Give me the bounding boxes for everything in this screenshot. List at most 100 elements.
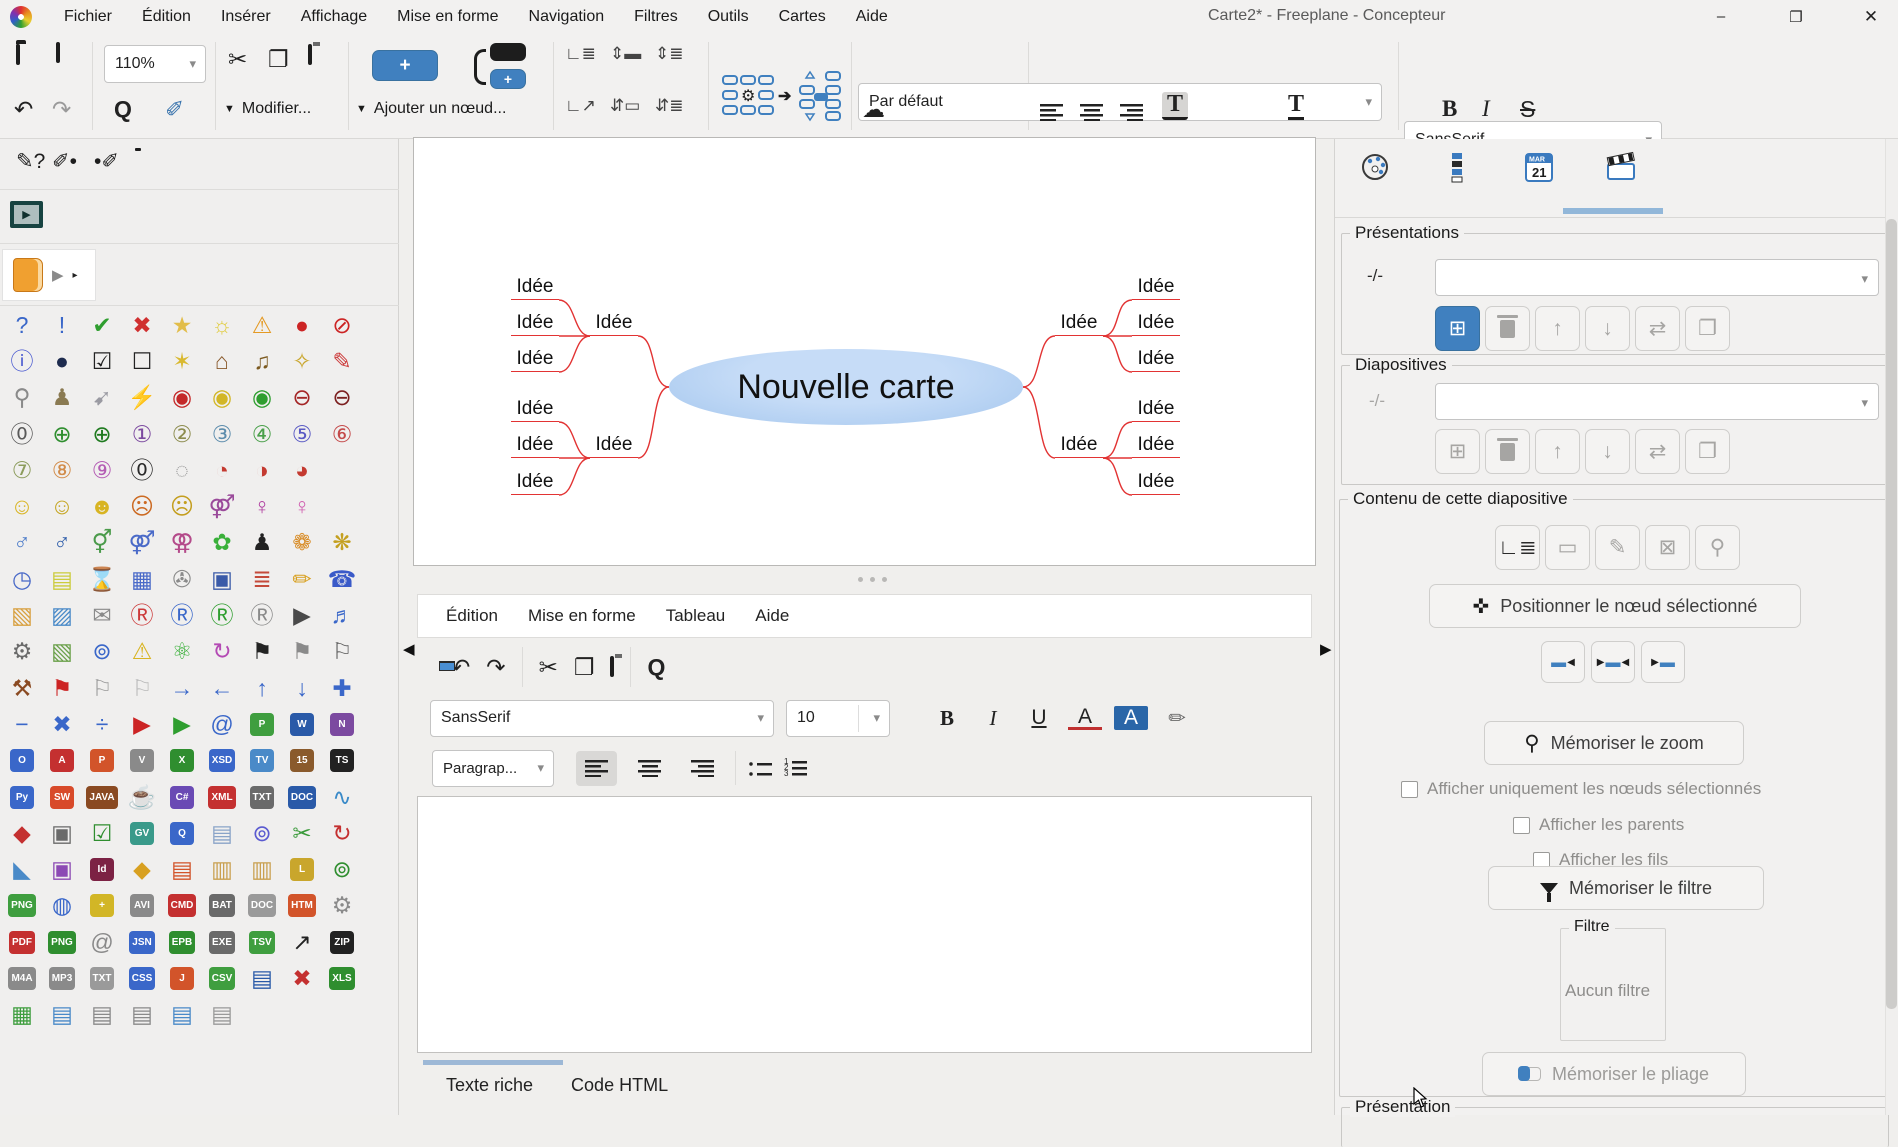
clock-icon[interactable]: ◷ bbox=[12, 568, 32, 591]
folder-1-icon[interactable]: ▥ bbox=[211, 858, 233, 881]
flag-outline-icon[interactable]: ⚐ bbox=[332, 640, 353, 663]
note-bold-button[interactable]: B bbox=[930, 706, 964, 731]
number-1-icon[interactable]: ① bbox=[132, 423, 153, 446]
image-icon[interactable]: ▧ bbox=[51, 640, 73, 663]
map-node-right-child-5[interactable]: Idée bbox=[1132, 434, 1180, 458]
calendar-icon[interactable]: ▦ bbox=[131, 568, 153, 591]
gear-2-icon[interactable]: ⚙ bbox=[332, 894, 353, 917]
number-0-icon[interactable]: ⓪ bbox=[11, 423, 34, 446]
add-sibling-node-button[interactable]: + bbox=[372, 50, 438, 81]
flag-red-icon[interactable]: ⚑ bbox=[52, 677, 73, 700]
prohibited-icon[interactable]: ⊘ bbox=[332, 314, 351, 337]
note-search-button[interactable]: Q bbox=[647, 654, 665, 681]
html-file-icon[interactable]: HTM bbox=[288, 894, 316, 917]
note-menu-mise-en-forme[interactable]: Mise en forme bbox=[528, 606, 636, 626]
progress-75-icon[interactable]: ◕ bbox=[295, 459, 309, 482]
sheet-icon[interactable]: ▦ bbox=[11, 1003, 33, 1026]
add-node-dropdown[interactable]: ▼ Ajouter un nœud... bbox=[356, 100, 506, 118]
tab-style-palette[interactable] bbox=[1357, 149, 1393, 185]
paste-button[interactable] bbox=[308, 46, 312, 64]
traffic-yellow-icon[interactable]: ◉ bbox=[212, 386, 232, 409]
web-icon[interactable]: ⊚ bbox=[252, 822, 271, 845]
python-file-icon[interactable]: Py bbox=[10, 786, 34, 809]
swirl-red-icon[interactable]: ↻ bbox=[332, 822, 351, 845]
outline-levels-button[interactable]: ∟≣ bbox=[565, 44, 596, 64]
epub-file-icon[interactable]: EPB bbox=[169, 931, 196, 954]
map-node-left-child-6[interactable]: Idée bbox=[511, 471, 559, 495]
warning-icon[interactable]: ⚠ bbox=[252, 314, 273, 337]
menu-item-aide[interactable]: Aide bbox=[856, 8, 888, 26]
phone-icon[interactable]: ☎ bbox=[328, 568, 357, 591]
splitter-handle[interactable] bbox=[858, 577, 887, 582]
molecule-icon[interactable]: ⚛ bbox=[172, 640, 193, 663]
lock-icon[interactable]: L bbox=[290, 858, 314, 881]
doc-4-icon[interactable]: ▤ bbox=[171, 1003, 193, 1026]
note-align-center-button[interactable] bbox=[629, 751, 670, 786]
remember-filter-button[interactable]: Mémoriser le filtre bbox=[1488, 866, 1764, 910]
note-font-combo[interactable]: SansSerif ▾ bbox=[430, 700, 774, 737]
ok-icon[interactable]: ✔ bbox=[92, 314, 111, 337]
selected-icon-group[interactable]: ▶ ▸ bbox=[2, 249, 96, 301]
globe-icon[interactable]: ⊚ bbox=[92, 640, 111, 663]
scissors-icon[interactable]: ✂ bbox=[292, 822, 311, 845]
note-text-area[interactable] bbox=[417, 796, 1312, 1053]
duplicate-presentation-button[interactable]: ❐ bbox=[1685, 306, 1730, 351]
important-icon[interactable]: ! bbox=[59, 314, 65, 337]
doc-2-icon[interactable]: ▤ bbox=[91, 1003, 113, 1026]
map-node-left-child-1[interactable]: Idée bbox=[511, 276, 559, 300]
j-file-icon[interactable]: J bbox=[170, 967, 194, 990]
tab-properties[interactable] bbox=[1439, 149, 1475, 185]
strikethrough-button[interactable]: S bbox=[1520, 96, 1535, 123]
bullet-list-button[interactable] bbox=[748, 760, 772, 777]
media-group-button[interactable]: ▶ bbox=[10, 201, 43, 228]
minimize-button[interactable]: – bbox=[1698, 0, 1744, 33]
plus-blue-icon[interactable]: ✚ bbox=[332, 677, 351, 700]
o-file-icon[interactable]: O bbox=[10, 749, 34, 772]
group-icon[interactable]: ⚢ bbox=[170, 531, 193, 554]
bomb-icon[interactable]: ● bbox=[55, 350, 69, 373]
ppt-file-icon[interactable]: P bbox=[90, 749, 114, 772]
duplicate-slide-button[interactable]: ❐ bbox=[1685, 429, 1730, 474]
note-redo-button[interactable]: ↷ bbox=[486, 654, 505, 681]
note-align-left-button[interactable] bbox=[576, 751, 617, 786]
move-slide-up-button[interactable]: ↑ bbox=[1535, 429, 1580, 474]
cut-button[interactable]: ✂ bbox=[228, 46, 247, 73]
note-highlight-button[interactable]: A bbox=[1114, 706, 1148, 730]
show-parents-checkbox[interactable]: Afficher les parents bbox=[1513, 815, 1684, 835]
css-file-icon[interactable]: CSS bbox=[129, 967, 156, 990]
map-node-left-parent-1[interactable]: Idée bbox=[590, 312, 638, 336]
excel-file-icon[interactable]: X bbox=[170, 749, 194, 772]
show-only-selected-checkbox[interactable]: Afficher uniquement les nœuds sélectionn… bbox=[1401, 779, 1761, 799]
swap-presentation-button[interactable]: ⇄ bbox=[1635, 306, 1680, 351]
registered-grey-icon[interactable]: Ⓡ bbox=[251, 604, 274, 627]
arrow-up-right-icon[interactable]: ↗ bbox=[292, 931, 311, 954]
map-node-right-child-1[interactable]: Idée bbox=[1132, 276, 1180, 300]
note-align-right-button[interactable] bbox=[682, 751, 723, 786]
menu-item-outils[interactable]: Outils bbox=[708, 8, 749, 26]
java-file-icon[interactable]: JAVA bbox=[86, 786, 117, 809]
sticky-note-icon[interactable]: ▤ bbox=[51, 568, 73, 591]
traffic-green-icon[interactable]: ◉ bbox=[252, 386, 272, 409]
parking-icon[interactable]: P bbox=[250, 713, 274, 736]
at-sign-icon[interactable]: @ bbox=[210, 713, 233, 736]
minus-blue-icon[interactable]: − bbox=[15, 713, 28, 736]
note-copy-button[interactable]: ❐ bbox=[574, 654, 595, 681]
pen-red-icon[interactable]: ✎ bbox=[332, 350, 351, 373]
book-blue-icon[interactable]: ▤ bbox=[251, 967, 273, 990]
search-button[interactable]: Q bbox=[114, 96, 132, 123]
divide-icon[interactable]: ÷ bbox=[96, 713, 109, 736]
ruler-icon[interactable]: ◣ bbox=[13, 858, 31, 881]
matlab-file-icon[interactable]: ∿ bbox=[332, 786, 351, 809]
menu-item--dition[interactable]: Édition bbox=[142, 8, 191, 26]
flag-pen-icon[interactable]: ⚐ bbox=[132, 677, 153, 700]
number-3-icon[interactable]: ③ bbox=[212, 423, 233, 446]
plus-yellow-icon[interactable]: + bbox=[90, 894, 114, 917]
doc-file-icon[interactable]: DOC bbox=[288, 786, 316, 809]
package-icon[interactable]: ▣ bbox=[51, 822, 73, 845]
remove-icon[interactable]: ⊖ bbox=[292, 386, 311, 409]
home-icon[interactable]: ⌂ bbox=[215, 350, 229, 373]
flower-icon[interactable]: ✿ bbox=[212, 531, 231, 554]
smiley-neutral-icon[interactable]: ☺ bbox=[50, 495, 73, 518]
doc-3-icon[interactable]: ▤ bbox=[131, 1003, 153, 1026]
ruby-file-icon[interactable]: ◆ bbox=[13, 822, 31, 845]
